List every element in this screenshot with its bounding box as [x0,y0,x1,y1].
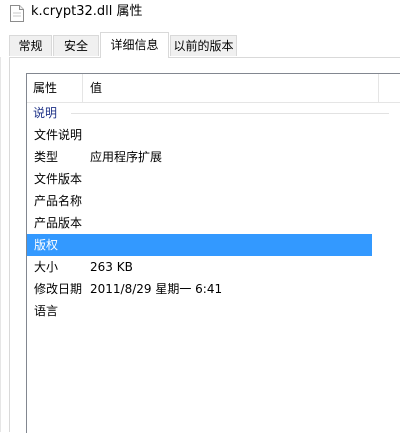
column-value[interactable]: 值 [90,80,102,96]
row-size[interactable]: 大小 263 KB [27,256,372,278]
group-header-description[interactable]: 说明 [27,102,400,124]
window-title: k.crypt32.dll 属性 [31,4,143,19]
property-value: 应用程序扩展 [90,150,163,164]
row-language[interactable]: 语言 [27,300,372,322]
tab-security[interactable]: 安全 [53,35,99,56]
property-name: 产品名称 [34,194,83,208]
row-type[interactable]: 类型 应用程序扩展 [27,146,372,168]
property-name: 文件说明 [34,128,83,142]
list-header: 属性 值 [27,74,400,103]
row-date-modified[interactable]: 修改日期 2011/8/29 星期一 6:41 [27,278,372,300]
property-name: 大小 [34,260,59,274]
row-product-name[interactable]: 产品名称 [27,190,372,212]
title-bar: k.crypt32.dll 属性 [0,0,400,32]
column-divider[interactable] [82,74,83,102]
document-icon [10,5,24,22]
property-value: 2011/8/29 星期一 6:41 [90,282,223,296]
column-divider[interactable] [378,74,379,102]
row-file-version[interactable]: 文件版本 [27,168,372,190]
row-file-description[interactable]: 文件说明 [27,124,372,146]
column-property[interactable]: 属性 [33,80,57,96]
tab-general[interactable]: 常规 [9,35,52,56]
group-label: 说明 [33,106,58,120]
details-list[interactable]: 属性 值 说明 文件说明 类型 应用程序扩展 文件版本 产品名称 产品版本 版权… [26,73,400,433]
property-name: 文件版本 [34,172,83,186]
property-name: 产品版本 [34,216,83,230]
row-product-version[interactable]: 产品版本 [27,212,372,234]
property-name: 版权 [34,238,59,252]
property-value: 263 KB [90,260,133,274]
group-divider [71,113,389,114]
tab-details[interactable]: 详细信息 [100,32,169,58]
tab-previous-versions[interactable]: 以前的版本 [170,35,237,56]
window-edge [0,0,1,432]
property-name: 语言 [34,304,59,318]
row-copyright[interactable]: 版权 [27,234,372,256]
property-name: 修改日期 [34,282,83,296]
property-name: 类型 [34,150,59,164]
details-panel: 属性 值 说明 文件说明 类型 应用程序扩展 文件版本 产品名称 产品版本 版权… [9,57,400,433]
